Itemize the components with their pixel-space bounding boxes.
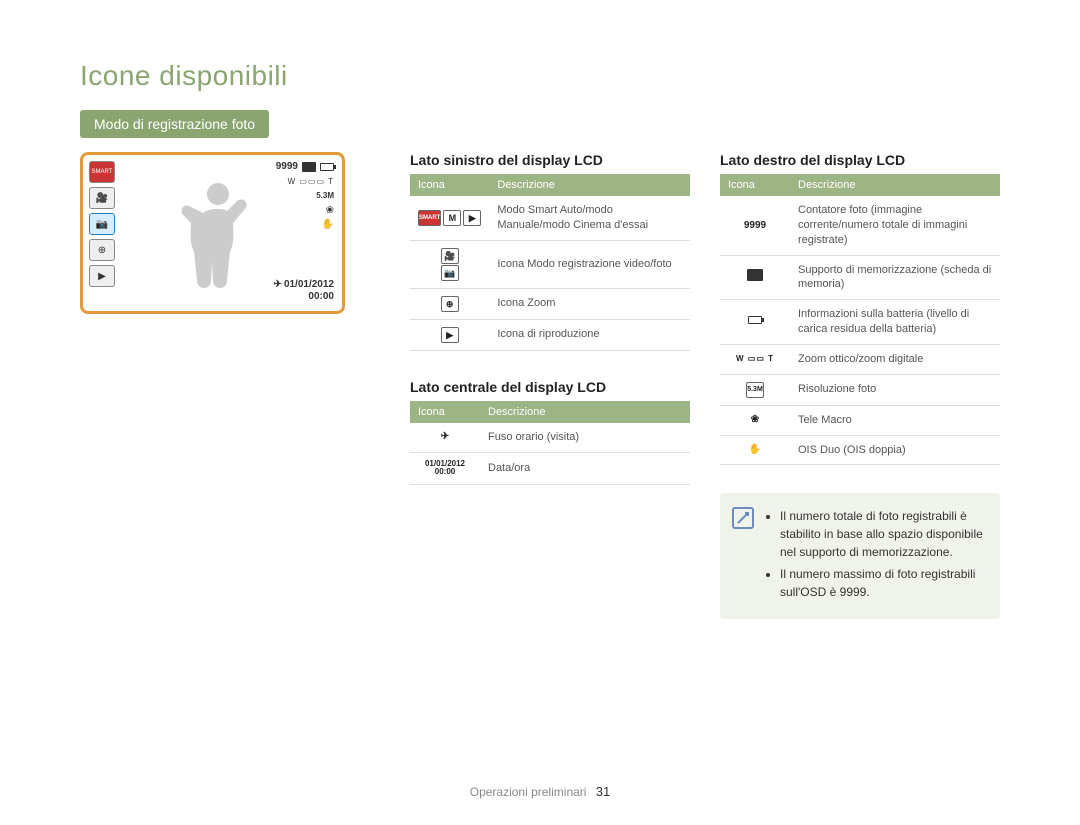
section-badge: Modo di registrazione foto <box>80 110 269 138</box>
battery-icon <box>748 316 762 324</box>
column-lcd: SMART 🎥 📷 ⊕ ▶ 9999 W ▭▭▭ T 5.3M ❀ ✋ ✈01/… <box>80 152 380 314</box>
card-icon <box>747 269 763 281</box>
heading-right-lcd: Lato destro del display LCD <box>720 152 1000 168</box>
table-center-lcd: Icona Descrizione ✈ Fuso orario (visita)… <box>410 401 690 485</box>
lcd-counter: 9999 <box>276 161 298 172</box>
zoom-bar-icon-cell: W ▭▭ T <box>720 344 790 374</box>
mode-icons: SMART M ▶ <box>410 196 489 240</box>
note-icon <box>732 507 754 529</box>
cell-desc: OIS Duo (OIS doppia) <box>790 435 1000 465</box>
footer-label: Operazioni preliminari <box>470 785 587 799</box>
cell-desc: Informazioni sulla batteria (livello di … <box>790 300 1000 345</box>
lcd-date: 01/01/2012 <box>284 279 334 290</box>
timezone-icon: ✈ <box>274 279 282 290</box>
lcd-time: 00:00 <box>308 291 334 302</box>
heading-center-lcd: Lato centrale del display LCD <box>410 379 690 395</box>
table-row: 01/01/2012 00:00 Data/ora <box>410 452 690 485</box>
heading-left-lcd: Lato sinistro del display LCD <box>410 152 690 168</box>
lcd-resolution: 5.3M <box>316 191 334 200</box>
timezone-icon-cell: ✈ <box>410 423 480 452</box>
lcd-tile-play: ▶ <box>89 265 115 287</box>
lcd-sidebar: SMART 🎥 📷 ⊕ ▶ <box>89 161 115 287</box>
storage-icon-cell <box>720 255 790 300</box>
table-row: Supporto di memorizzazione (scheda di me… <box>720 255 1000 300</box>
battery-icon-cell <box>720 300 790 345</box>
table-row: ✋ OIS Duo (OIS doppia) <box>720 435 1000 465</box>
battery-icon <box>320 163 334 171</box>
cell-desc: Tele Macro <box>790 405 1000 435</box>
ois-icon-cell: ✋ <box>720 435 790 465</box>
th-icon: Icona <box>410 174 489 196</box>
lcd-tile-video: 🎥 <box>89 187 115 209</box>
note-box: Il numero totale di foto registrabili è … <box>720 493 1000 619</box>
th-desc: Descrizione <box>790 174 1000 196</box>
table-row: SMART M ▶ Modo Smart Auto/modo Manuale/m… <box>410 196 690 240</box>
lcd-tile-photo: 📷 <box>89 213 115 235</box>
content-columns: SMART 🎥 📷 ⊕ ▶ 9999 W ▭▭▭ T 5.3M ❀ ✋ ✈01/… <box>80 152 1000 619</box>
th-desc: Descrizione <box>489 174 690 196</box>
table-right-lcd: Icona Descrizione 9999 Contatore foto (i… <box>720 174 1000 465</box>
cell-desc: Contatore foto (immagine corrente/numero… <box>790 196 1000 255</box>
lcd-tile-smart: SMART <box>89 161 115 183</box>
telemacro-icon-cell: ❀ <box>720 405 790 435</box>
lcd-mock: SMART 🎥 📷 ⊕ ▶ 9999 W ▭▭▭ T 5.3M ❀ ✋ ✈01/… <box>80 152 345 314</box>
cell-desc: Zoom ottico/zoom digitale <box>790 344 1000 374</box>
table-row: 9999 Contatore foto (immagine corrente/n… <box>720 196 1000 255</box>
card-icon <box>302 162 316 172</box>
table-row: W ▭▭ T Zoom ottico/zoom digitale <box>720 344 1000 374</box>
cell-desc: Fuso orario (visita) <box>480 423 690 452</box>
lcd-top-right: 9999 <box>276 161 334 172</box>
page-title: Icone disponibili <box>80 60 1000 92</box>
note-item: Il numero massimo di foto registrabili s… <box>780 565 984 601</box>
table-row: ⊕ Icona Zoom <box>410 288 690 319</box>
table-row: ❀ Tele Macro <box>720 405 1000 435</box>
table-row: ▶ Icona di riproduzione <box>410 319 690 350</box>
column-mid: Lato sinistro del display LCD Icona Desc… <box>410 152 690 513</box>
th-icon: Icona <box>410 401 480 423</box>
cell-desc: Icona di riproduzione <box>489 319 690 350</box>
note-item: Il numero totale di foto registrabili è … <box>780 507 984 561</box>
play-icon-cell: ▶ <box>410 319 489 350</box>
lcd-zoom-bar: W ▭▭▭ T <box>288 177 334 186</box>
cell-desc: Data/ora <box>480 452 690 485</box>
lcd-silhouette <box>173 173 263 293</box>
cell-desc: Supporto di memorizzazione (scheda di me… <box>790 255 1000 300</box>
table-row: Informazioni sulla batteria (livello di … <box>720 300 1000 345</box>
cell-desc: Modo Smart Auto/modo Manuale/modo Cinema… <box>489 196 690 240</box>
table-row: 5.3M Risoluzione foto <box>720 374 1000 405</box>
rec-mode-icons: 🎥📷 <box>410 240 489 288</box>
zoom-icon-cell: ⊕ <box>410 288 489 319</box>
cell-desc: Icona Zoom <box>489 288 690 319</box>
column-right: Lato destro del display LCD Icona Descri… <box>720 152 1000 619</box>
lcd-tile-zoom: ⊕ <box>89 239 115 261</box>
resolution-icon-cell: 5.3M <box>720 374 790 405</box>
table-left-lcd: Icona Descrizione SMART M ▶ Modo Smart A… <box>410 174 690 351</box>
table-row: ✈ Fuso orario (visita) <box>410 423 690 452</box>
page-number: 31 <box>596 784 610 799</box>
datetime-icon-cell: 01/01/2012 00:00 <box>410 452 480 485</box>
page-footer: Operazioni preliminari 31 <box>0 784 1080 799</box>
counter-icon-cell: 9999 <box>720 196 790 255</box>
cell-desc: Icona Modo registrazione video/foto <box>489 240 690 288</box>
th-desc: Descrizione <box>480 401 690 423</box>
lcd-macro-icon: ❀ <box>326 205 334 216</box>
th-icon: Icona <box>720 174 790 196</box>
lcd-datetime: ✈01/01/2012 00:00 <box>274 279 334 303</box>
lcd-ois-icon: ✋ <box>322 219 334 230</box>
cell-desc: Risoluzione foto <box>790 374 1000 405</box>
table-row: 🎥📷 Icona Modo registrazione video/foto <box>410 240 690 288</box>
